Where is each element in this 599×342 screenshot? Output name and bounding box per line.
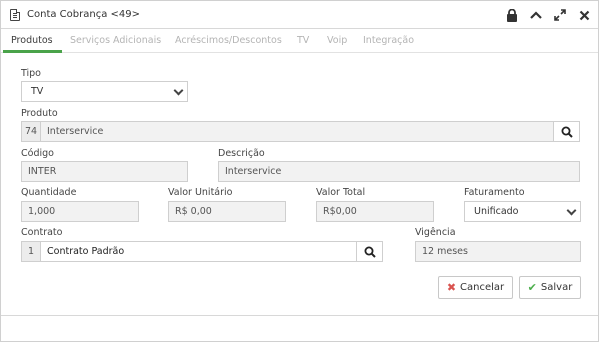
tab-voip[interactable]: Voip [327,35,347,46]
footer-divider [1,315,598,316]
window-actions [504,7,592,23]
tab-produtos[interactable]: Produtos [11,35,53,46]
descricao-label: Descrição [218,148,265,159]
search-icon [364,246,376,258]
quantidade-label: Quantidade [21,187,77,198]
search-icon [561,126,573,138]
lock-icon[interactable] [504,7,520,23]
close-icon[interactable] [576,7,592,23]
tipo-value: TV [31,86,44,97]
active-tab-indicator [3,50,62,53]
produto-code: 74 [21,121,41,142]
valor-total-field: R$0,00 [316,201,434,222]
document-icon [10,9,20,21]
check-icon: ✔ [527,281,537,294]
tab-integracao[interactable]: Integração [363,35,414,46]
valor-unitario-field[interactable]: R$ 0,00 [168,201,286,222]
codigo-field[interactable]: INTER [21,161,188,182]
cancel-label: Cancelar [460,282,505,293]
tab-acrescimos-descontos[interactable]: Acréscimos/Descontos [175,35,282,46]
close-icon: ✖ [446,281,457,294]
valor-total-label: Valor Total [316,187,366,198]
vigencia-label: Vigência [415,227,456,238]
contrato-field[interactable]: Contrato Padrão [40,241,357,262]
chevron-down-icon [173,85,184,96]
contrato-label: Contrato [21,227,63,238]
tipo-select[interactable]: TV [21,81,188,102]
save-button[interactable]: ✔ Salvar [519,276,581,299]
tab-servicos-adicionais[interactable]: Serviços Adicionais [70,35,161,46]
title-bar: Conta Cobrança <49> [1,1,598,29]
tipo-label: Tipo [21,68,41,79]
produto-search-button[interactable] [553,121,580,142]
descricao-field[interactable]: Interservice [218,161,580,182]
produto-label: Produto [21,108,58,119]
faturamento-select[interactable]: Unificado [464,201,581,222]
cancel-button[interactable]: ✖ Cancelar [438,276,513,299]
valor-unitario-label: Valor Unitário [168,187,233,198]
expand-icon[interactable] [552,7,568,23]
vigencia-field: 12 meses [415,241,581,262]
save-label: Salvar [540,282,573,293]
contrato-code: 1 [21,241,41,262]
dialog-window: Conta Cobrança <49> Produtos Serviços Ad… [0,0,599,342]
chevron-down-icon [566,205,577,216]
faturamento-value: Unificado [474,206,519,217]
codigo-label: Código [21,148,54,159]
contrato-search-button[interactable] [356,241,383,262]
chevron-up-icon[interactable] [528,7,544,23]
quantidade-field[interactable]: 1,000 [21,201,139,222]
faturamento-label: Faturamento [464,187,525,198]
tab-tv[interactable]: TV [297,35,309,46]
tab-bar: Produtos Serviços Adicionais Acréscimos/… [1,29,598,53]
produto-field[interactable]: Interservice [40,121,554,142]
window-title: Conta Cobrança <49> [27,9,140,20]
